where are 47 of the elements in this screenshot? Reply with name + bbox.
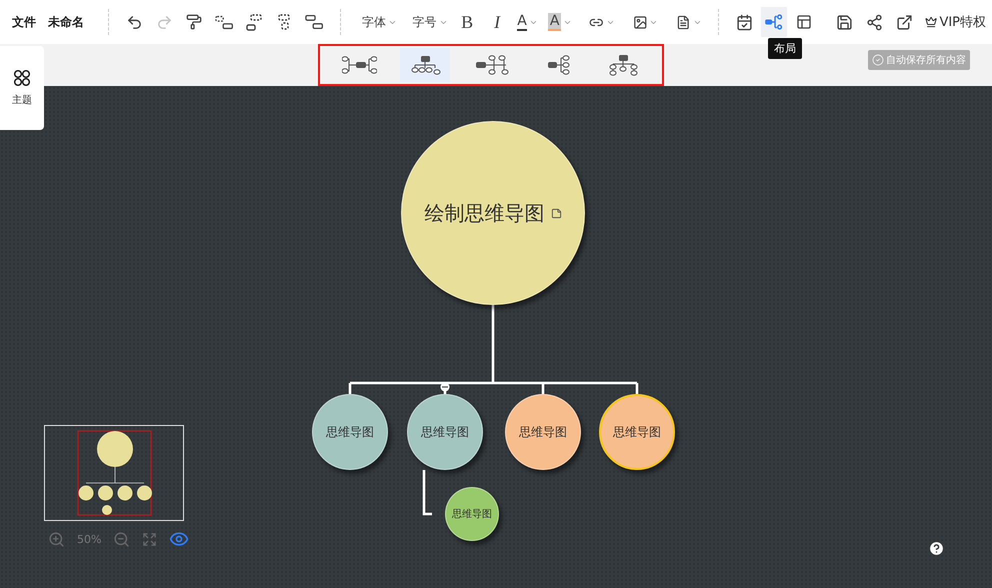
redo-icon <box>156 14 172 30</box>
font-color-button[interactable]: A <box>514 7 541 37</box>
structure-icon <box>215 14 234 30</box>
structure-icon <box>278 14 290 30</box>
vip-button[interactable]: VIP特权 <box>921 7 990 37</box>
subtopic-node[interactable]: 思维导图 <box>445 487 499 541</box>
paint-roller-icon <box>186 14 202 30</box>
zoom-in-icon <box>48 530 65 548</box>
help-button[interactable] <box>928 540 945 557</box>
highlight-button[interactable]: A <box>544 7 576 37</box>
font-size-dropdown[interactable]: 字号 <box>410 7 450 37</box>
italic-button[interactable]: I <box>484 7 510 37</box>
zoom-out-icon <box>113 530 130 548</box>
theme-button[interactable]: 主题 <box>0 46 44 130</box>
export-icon <box>896 14 913 30</box>
bold-button[interactable]: B <box>454 7 480 37</box>
tooltip: 布局 <box>768 38 802 59</box>
zoom-level: 50% <box>77 532 102 546</box>
collapse-icon[interactable] <box>440 382 450 392</box>
calendar-check-icon <box>736 14 752 30</box>
fit-screen-icon <box>142 532 158 546</box>
grid-icon <box>13 69 31 87</box>
help-icon <box>928 540 945 557</box>
check-icon <box>872 54 884 66</box>
share-icon <box>866 14 883 30</box>
topic-node[interactable]: 思维导图 <box>407 394 483 470</box>
note-icon <box>550 208 562 218</box>
image-icon <box>632 14 648 30</box>
layout-option[interactable] <box>400 48 450 82</box>
connector-line <box>422 470 432 516</box>
autosave-badge: 自动保存所有内容 <box>868 50 970 70</box>
topic-node[interactable]: 思维导图 <box>599 394 675 470</box>
topic-node[interactable]: 思维导图 <box>312 394 388 470</box>
structure-icon <box>246 14 262 30</box>
panel-icon <box>796 14 812 30</box>
layout-icon <box>342 54 376 76</box>
note-icon <box>676 14 691 30</box>
topic-node[interactable]: 思维导图 <box>505 394 581 470</box>
structure-icon <box>305 14 324 30</box>
menu-item[interactable]: 未命名 <box>48 14 84 30</box>
menu-item[interactable]: 文件 <box>12 14 36 30</box>
font-dropdown[interactable]: 字体 <box>352 7 406 37</box>
save-icon <box>836 14 853 30</box>
layout-icon <box>765 14 784 30</box>
root-node[interactable]: 绘制思维导图 <box>401 121 585 305</box>
undo-icon <box>126 14 142 30</box>
layout-icon <box>474 54 508 76</box>
